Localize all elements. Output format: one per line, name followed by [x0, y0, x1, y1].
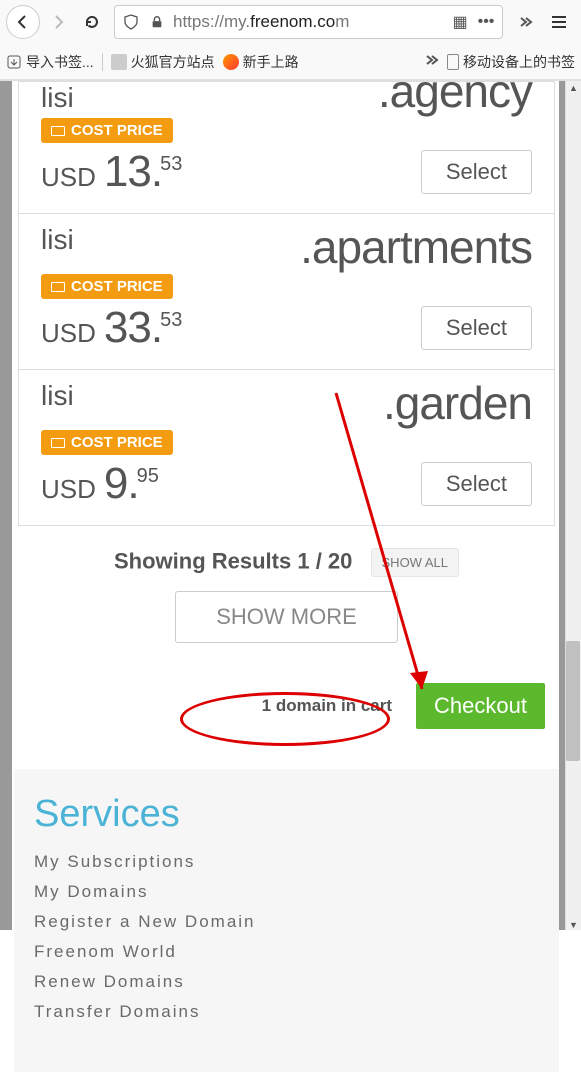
scroll-down-icon[interactable]: ▼ [569, 920, 577, 928]
tag-icon [51, 126, 65, 136]
badge-label: COST PRICE [71, 122, 163, 139]
url-bar[interactable]: https://my.freenom.com ▦ ••• [114, 5, 503, 39]
price-whole: 13. [104, 147, 162, 196]
badge-label: COST PRICE [71, 278, 163, 295]
select-button[interactable]: Select [421, 150, 532, 194]
reload-button[interactable] [76, 6, 108, 38]
url-text: https://my.freenom.com [173, 12, 444, 32]
scroll-thumb[interactable] [566, 641, 580, 761]
select-button[interactable]: Select [421, 462, 532, 506]
tag-icon [51, 438, 65, 448]
lock-icon [147, 12, 167, 32]
currency: USD [41, 474, 96, 505]
price-whole: 9. [104, 459, 139, 508]
price-whole: 33. [104, 303, 162, 352]
firefox-icon [223, 54, 239, 70]
scroll-up-icon[interactable]: ▲ [569, 83, 577, 91]
page: ▲ ▼ lisi .agency COST PRICE USD 13.53 Se… [0, 81, 581, 930]
price: USD 33.53 [41, 303, 287, 353]
tag-icon [51, 282, 65, 292]
qr-icon[interactable]: ▦ [450, 12, 470, 32]
bookmark-label: 导入书签... [26, 52, 94, 72]
forward-button[interactable] [42, 6, 74, 38]
price: USD 13.53 [41, 147, 287, 197]
cart-row: 1 domain in cart Checkout [18, 683, 555, 729]
footer-heading: Services [34, 793, 539, 836]
badge-label: COST PRICE [71, 434, 163, 451]
checkout-button[interactable]: Checkout [416, 683, 545, 729]
currency: USD [41, 318, 96, 349]
hamburger-button[interactable] [543, 6, 575, 38]
back-button[interactable] [6, 5, 40, 39]
cost-badge: COST PRICE [41, 274, 173, 299]
footer-services: Services My Subscriptions My Domains Reg… [14, 769, 559, 1072]
price-cents: 53 [160, 153, 182, 175]
price: USD 9.95 [41, 459, 287, 509]
domain-card: lisi .agency COST PRICE USD 13.53 Select [18, 81, 555, 214]
domain-card: lisi .apartments COST PRICE USD 33.53 Se… [18, 214, 555, 370]
toolbar: https://my.freenom.com ▦ ••• [0, 0, 581, 44]
footer-link[interactable]: My Domains [34, 882, 539, 902]
results-text: Showing Results 1 / 20 [114, 548, 352, 573]
footer-link[interactable]: Register a New Domain [34, 912, 539, 932]
overflow-button[interactable] [509, 6, 541, 38]
separator [102, 53, 103, 71]
folder-icon [111, 54, 127, 70]
footer-link[interactable]: Transfer Domains [34, 1002, 539, 1022]
cost-badge: COST PRICE [41, 430, 173, 455]
show-more-button[interactable]: SHOW MORE [175, 591, 398, 643]
select-button[interactable]: Select [421, 306, 532, 350]
price-cents: 95 [137, 465, 159, 487]
currency: USD [41, 162, 96, 193]
cart-count-text: 1 domain in cart [262, 696, 392, 716]
domain-tld: .garden [287, 380, 533, 426]
domain-tld: .agency [287, 68, 533, 114]
footer-link[interactable]: Freenom World [34, 942, 539, 962]
footer-link[interactable]: My Subscriptions [34, 852, 539, 872]
show-all-button[interactable]: SHOW ALL [371, 548, 459, 577]
price-cents: 53 [160, 309, 182, 331]
bookmark-import[interactable]: 导入书签... [6, 52, 94, 72]
cost-badge: COST PRICE [41, 118, 173, 143]
shield-icon [121, 12, 141, 32]
scrollbar[interactable]: ▲ ▼ [565, 81, 581, 930]
domain-name: lisi [41, 224, 287, 270]
domain-name: lisi [41, 380, 287, 426]
domain-name: lisi [41, 82, 287, 114]
footer-link[interactable]: Renew Domains [34, 972, 539, 992]
bookmark-label: 火狐官方站点 [131, 52, 215, 72]
bookmark-official[interactable]: 火狐官方站点 [111, 52, 215, 72]
bg-edge [0, 81, 12, 930]
domain-card: lisi .garden COST PRICE USD 9.95 Select [18, 370, 555, 526]
domain-tld: .apartments [287, 224, 533, 270]
more-icon[interactable]: ••• [476, 12, 496, 32]
results-summary: Showing Results 1 / 20 SHOW ALL [18, 548, 555, 577]
